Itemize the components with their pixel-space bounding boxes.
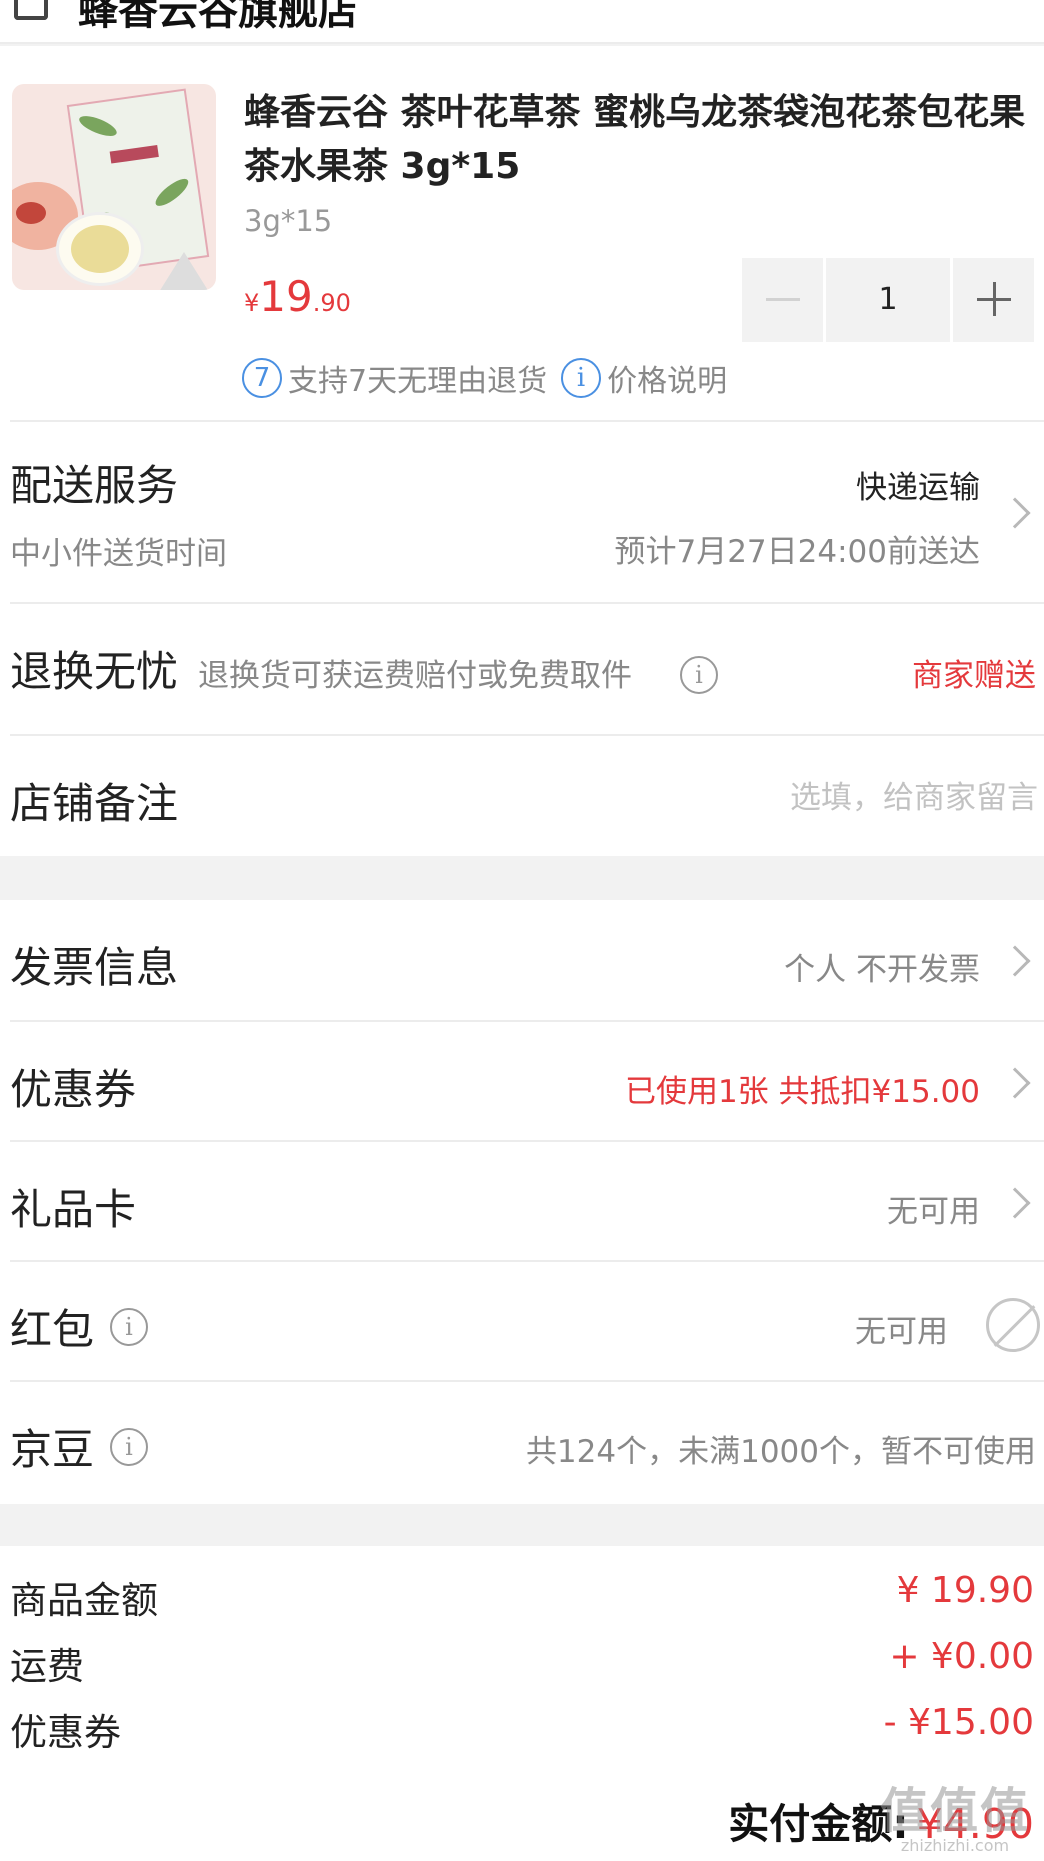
product-card: 蜂香云谷 茶叶花草茶 蜜桃乌龙茶袋泡花茶包花果茶水果茶 3g*15 3g*15 …: [0, 46, 1044, 856]
invoice-value: 个人 不开发票: [784, 952, 980, 988]
gift-card-value: 无可用: [887, 1194, 980, 1230]
goods-amount-row: 商品金额 ¥ 19.90: [10, 1566, 1034, 1622]
quantity-stepper: 1: [742, 258, 1035, 342]
disabled-ban-icon: [986, 1298, 1040, 1352]
price-info-icon[interactable]: i: [561, 358, 602, 398]
chevron-right-icon: [999, 497, 1031, 529]
store-note-input[interactable]: [658, 776, 1038, 820]
delivery-eta: 预计7月27日24:00前送达: [614, 534, 980, 570]
delivery-service-row[interactable]: 配送服务 中小件送货时间 快递运输 预计7月27日24:00前送达: [10, 420, 1044, 600]
delivery-label: 配送服务: [10, 461, 179, 510]
product-badges: 7 支持7天无理由退货 i 价格说明: [242, 356, 727, 400]
chevron-right-icon: [999, 1187, 1031, 1219]
product-title[interactable]: 蜂香云谷 茶叶花草茶 蜜桃乌龙茶袋泡花茶包花果茶水果茶 3g*15: [244, 86, 1034, 194]
decrease-quantity-button[interactable]: [742, 258, 824, 342]
watermark-logo: 值值值 zhizhizhi.com: [880, 1786, 1030, 1855]
store-name[interactable]: 蜂香云谷旗舰店: [78, 0, 358, 36]
delivery-method: 快递运输: [856, 470, 980, 506]
invoice-row[interactable]: 发票信息 个人 不开发票: [10, 900, 1044, 1020]
shipping-fee-label: 运费: [10, 1645, 84, 1688]
invoice-label: 发票信息: [10, 943, 179, 992]
return-service-label: 退换无忧: [10, 647, 179, 696]
seven-day-return-icon: 7: [242, 358, 282, 398]
red-packet-row[interactable]: 红包 i 无可用: [10, 1260, 1044, 1380]
price-summary-card: 商品金额 ¥ 19.90 运费 + ¥0.00 优惠券 - ¥15.00 实付金…: [0, 1546, 1044, 1861]
return-service-row[interactable]: 退换无忧 退换货可获运费赔付或免费取件 i 商家赠送: [10, 602, 1044, 732]
shipping-fee-row: 运费 + ¥0.00: [10, 1632, 1034, 1688]
coupon-row[interactable]: 优惠券 已使用1张 共抵扣¥15.00: [10, 1020, 1044, 1140]
chevron-right-icon: [999, 945, 1031, 977]
store-icon: [14, 0, 48, 20]
coupon-discount-label: 优惠券: [10, 1711, 121, 1754]
watermark-text: 值值值: [879, 1783, 1030, 1839]
increase-quantity-button[interactable]: [952, 258, 1035, 342]
return-service-desc: 退换货可获运费赔付或免费取件: [198, 658, 632, 694]
shipping-fee-value: + ¥0.00: [889, 1636, 1034, 1677]
gift-card-label: 礼品卡: [10, 1185, 137, 1234]
red-packet-label-wrap: 红包 i: [10, 1296, 149, 1357]
jd-beans-row: 京豆 i 共124个，未满1000个，暂不可使用: [10, 1380, 1044, 1500]
delivery-sub-label: 中小件送货时间: [10, 536, 227, 572]
price-decimal: .90: [312, 289, 351, 317]
jd-beans-label-wrap: 京豆 i: [10, 1416, 149, 1477]
coupon-discount-row: 优惠券 - ¥15.00: [10, 1698, 1034, 1754]
price-note-link[interactable]: 价格说明: [607, 356, 727, 400]
jd-beans-label: 京豆: [10, 1425, 95, 1474]
tea-bag-image: [154, 252, 214, 290]
goods-amount-label: 商品金额: [10, 1579, 158, 1622]
chevron-right-icon: [999, 1067, 1031, 1099]
return-policy-text[interactable]: 支持7天无理由退货: [288, 356, 547, 400]
return-service-value: 商家赠送: [912, 658, 1036, 694]
store-note-row: 店铺备注: [10, 734, 1044, 854]
product-spec: 3g*15: [244, 204, 333, 238]
price-integer: 19: [259, 272, 313, 321]
info-icon[interactable]: i: [680, 656, 718, 694]
coupon-value: 已使用1张 共抵扣¥15.00: [624, 1074, 980, 1110]
info-icon[interactable]: i: [110, 1307, 149, 1346]
product-thumbnail[interactable]: [12, 84, 216, 290]
product-price: ¥19.90: [244, 272, 351, 321]
tea-cup-image: [56, 212, 144, 286]
watermark-url: zhizhizhi.com: [900, 1836, 1010, 1855]
jd-beans-value: 共124个，未满1000个，暂不可使用: [525, 1434, 1036, 1470]
info-icon[interactable]: i: [110, 1427, 149, 1466]
coupon-label: 优惠券: [10, 1065, 137, 1114]
gift-card-row[interactable]: 礼品卡 无可用: [10, 1140, 1044, 1260]
goods-amount-value: ¥ 19.90: [896, 1570, 1034, 1611]
store-header[interactable]: 蜂香云谷旗舰店: [0, 0, 1044, 44]
order-options-card: 发票信息 个人 不开发票 优惠券 已使用1张 共抵扣¥15.00 礼品卡 无可用…: [0, 900, 1044, 1504]
red-packet-label: 红包: [10, 1305, 95, 1354]
price-currency: ¥: [244, 289, 260, 317]
coupon-discount-value: - ¥15.00: [883, 1702, 1034, 1743]
store-note-label: 店铺备注: [10, 779, 179, 828]
quantity-value[interactable]: 1: [826, 258, 950, 342]
red-packet-value: 无可用: [855, 1314, 948, 1350]
